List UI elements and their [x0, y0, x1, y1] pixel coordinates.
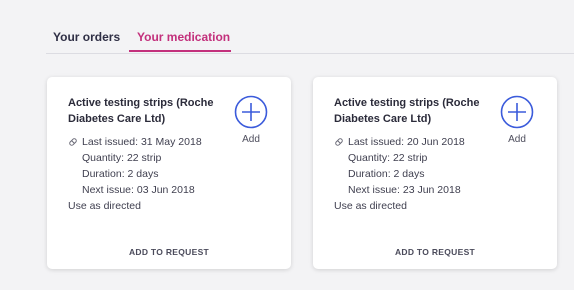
- add-label[interactable]: Add: [499, 134, 535, 145]
- directions: Use as directed: [68, 200, 141, 212]
- medication-title: Active testing strips (Roche Diabetes Ca…: [68, 97, 214, 125]
- last-issued: Last issued: 31 May 2018: [68, 134, 202, 150]
- duration: Duration: 2 days: [348, 168, 425, 180]
- last-issued-text: Last issued: 31 May 2018: [82, 136, 202, 148]
- pill-icon: [335, 138, 343, 146]
- medication-card: Active testing strips (Roche Diabetes Ca…: [313, 77, 557, 269]
- add-to-request-button[interactable]: ADD TO REQUEST: [313, 247, 557, 257]
- next-issue: Next issue: 03 Jun 2018: [82, 184, 195, 196]
- add-circle-icon[interactable]: [234, 95, 268, 129]
- directions: Use as directed: [334, 200, 407, 212]
- add-circle-icon[interactable]: [500, 95, 534, 129]
- quantity: Quantity: 22 strip: [348, 152, 428, 164]
- tab-bar: Your orders Your medication: [46, 22, 574, 54]
- last-issued: Last issued: 20 Jun 2018: [334, 134, 465, 150]
- tab-your-medication[interactable]: Your medication: [129, 22, 231, 52]
- add-to-request-button[interactable]: ADD TO REQUEST: [47, 247, 291, 257]
- tab-your-orders[interactable]: Your orders: [53, 22, 120, 52]
- medication-details: Last issued: 31 May 2018 Quantity: 22 st…: [68, 134, 202, 214]
- next-issue: Next issue: 23 Jun 2018: [348, 184, 461, 196]
- quantity: Quantity: 22 strip: [82, 152, 162, 164]
- add-label[interactable]: Add: [233, 134, 269, 145]
- pill-icon: [69, 138, 77, 146]
- last-issued-text: Last issued: 20 Jun 2018: [348, 136, 465, 148]
- medication-details: Last issued: 20 Jun 2018 Quantity: 22 st…: [334, 134, 465, 214]
- duration: Duration: 2 days: [82, 168, 159, 180]
- medication-title: Active testing strips (Roche Diabetes Ca…: [334, 97, 480, 125]
- medication-card: Active testing strips (Roche Diabetes Ca…: [47, 77, 291, 269]
